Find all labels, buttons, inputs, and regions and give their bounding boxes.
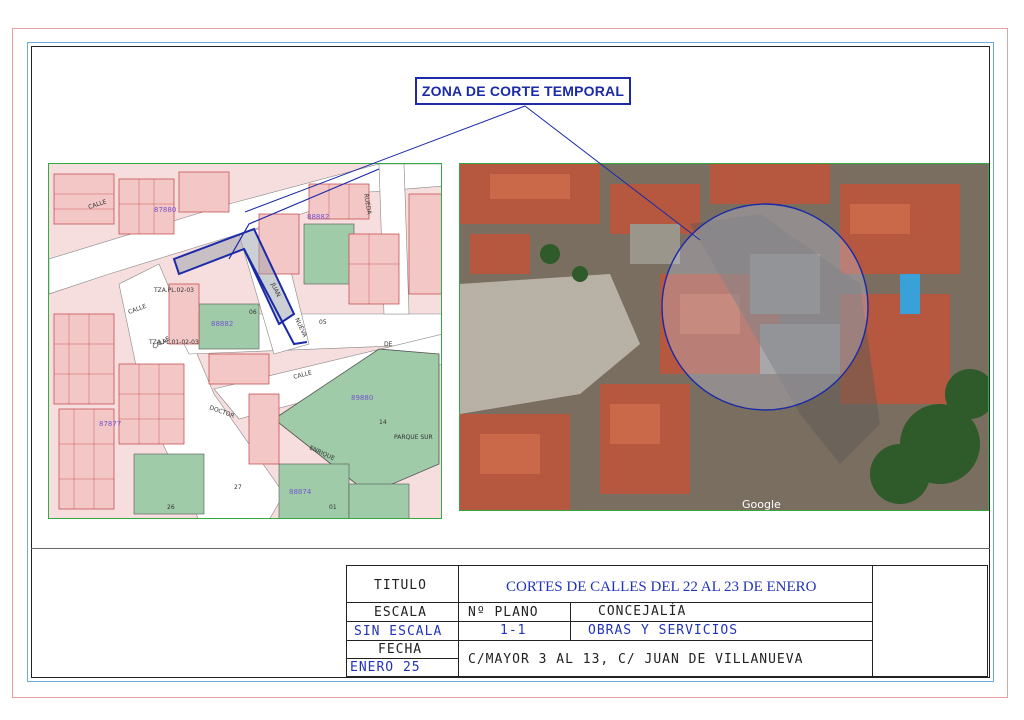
plano-label: Nº PLANO (468, 605, 539, 620)
drawing-area-divider (31, 548, 990, 549)
aerial-photo: Google (459, 163, 989, 511)
plan-sheet: CALLE CALLE CALLE DOCTOR DE CALLE JUAN N… (0, 0, 1024, 720)
cadastral-map-graphic: CALLE CALLE CALLE DOCTOR DE CALLE JUAN N… (49, 164, 441, 518)
fecha-value: ENERO 25 (350, 660, 421, 675)
label-num-27: 27 (234, 484, 242, 491)
escala-value: SIN ESCALA (354, 624, 443, 639)
fecha-label: FECHA (378, 642, 423, 657)
label-num-05: 05 (319, 319, 327, 326)
plano-value: 1-1 (500, 623, 527, 638)
escala-label: ESCALA (374, 605, 427, 620)
google-watermark: Google (742, 498, 781, 511)
titulo-value: CORTES DE CALLES DEL 22 AL 23 DE ENERO (506, 579, 817, 595)
concejalia-value: OBRAS Y SERVICIOS (588, 623, 739, 638)
parcel-code-d: 87880 (154, 206, 176, 214)
parcel-code-a: 88882 (307, 213, 329, 221)
zone-label: ZONA DE CORTE TEMPORAL (421, 83, 625, 99)
title-block: TITULO CORTES DE CALLES DEL 22 AL 23 DE … (346, 565, 988, 677)
label-plan-ref-1: TZA.PL.02-03 (153, 287, 194, 294)
parcel-code-c: 89880 (351, 394, 373, 402)
label-num-26: 26 (167, 504, 175, 511)
parcel-code-f: 87877 (99, 420, 121, 428)
label-de: DE (384, 341, 393, 348)
zone-label-box: ZONA DE CORTE TEMPORAL (415, 77, 631, 105)
label-parque-sur: PARQUE SUR (394, 434, 433, 441)
label-plan-ref-2: TZA.PL.01-02-03 (148, 339, 199, 346)
aerial-photo-graphic: Google (460, 164, 988, 511)
titulo-label: TITULO (374, 578, 427, 593)
label-num-01: 01 (329, 504, 337, 511)
label-num-14: 14 (379, 419, 387, 426)
parcel-code-b: 88882 (211, 320, 233, 328)
concejalia-label: CONCEJALÍA (598, 604, 687, 619)
cadastral-map: CALLE CALLE CALLE DOCTOR DE CALLE JUAN N… (48, 163, 442, 519)
label-num-06: 06 (249, 309, 257, 316)
parcel-code-e: 88874 (289, 488, 312, 496)
address-value: C/MAYOR 3 AL 13, C/ JUAN DE VILLANUEVA (468, 652, 804, 667)
